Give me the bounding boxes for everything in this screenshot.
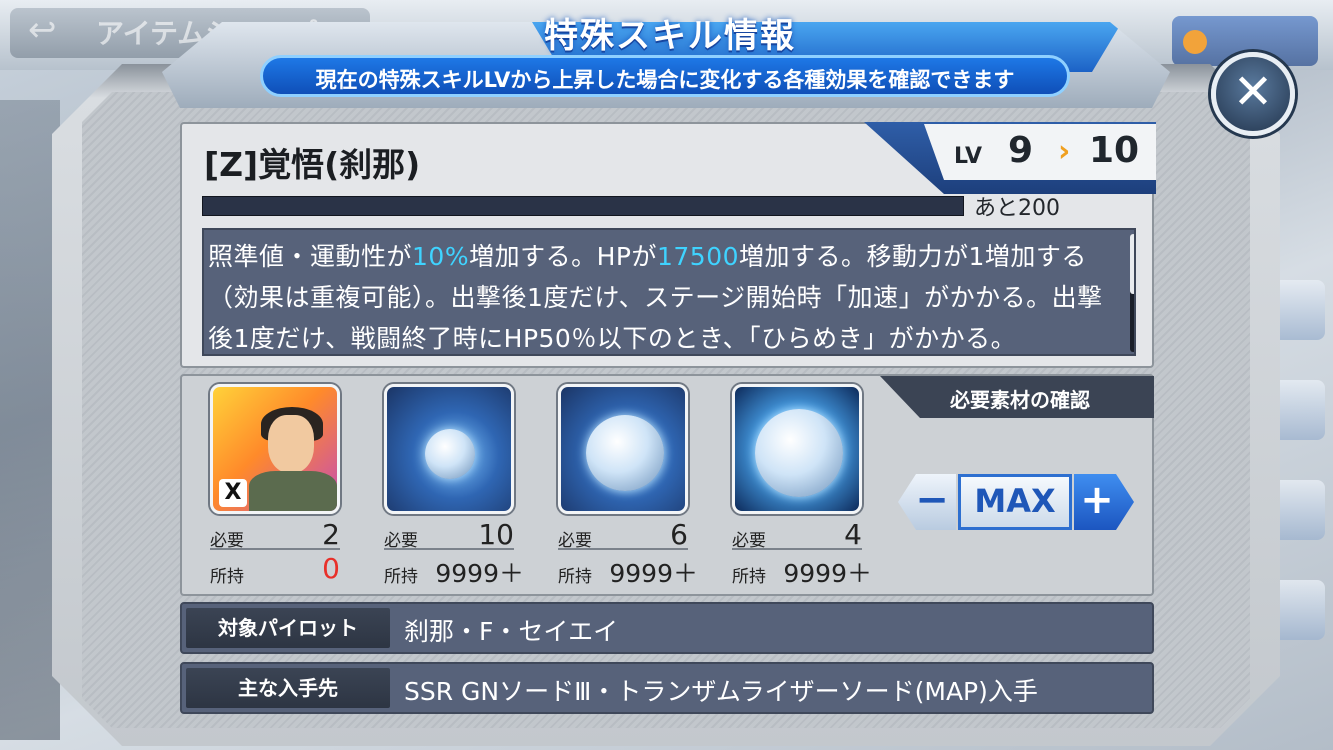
material-need-row: 必要 10 [384, 518, 514, 551]
skill-description: 照準値・運動性が10%増加する。HPが17500増加する。移動力が1増加する（効… [208, 236, 1108, 354]
skill-name: [Z]覚悟(刹那) [204, 145, 421, 184]
need-value: 10 [478, 518, 514, 551]
target-pilot-value: 刹那・F・セイエイ [404, 617, 619, 646]
skill-description-box[interactable]: 照準値・運動性が10%増加する。HPが17500増加する。移動力が1増加する（効… [202, 228, 1136, 356]
pilot-badge: X [219, 479, 247, 507]
level-label: LV [954, 144, 983, 169]
have-value: 0 [322, 552, 340, 585]
material-have-row: 所持 9999＋ [732, 554, 872, 588]
have-label: 所持 [210, 567, 244, 587]
minus-button[interactable]: − [898, 474, 956, 530]
description-text: 照準値・運動性が [208, 242, 413, 271]
plus-button[interactable]: + [1074, 474, 1134, 530]
need-label: 必要 [384, 531, 418, 551]
close-button[interactable]: ✕ [1211, 52, 1295, 136]
materials-header-label: 必要素材の確認 [950, 388, 1090, 412]
max-button[interactable]: MAX [958, 474, 1072, 530]
have-value: 9999＋ [435, 559, 524, 588]
target-pilot-label: 対象パイロット [186, 608, 390, 648]
need-value: 4 [844, 518, 862, 551]
material-have-row: 所持 9999＋ [384, 554, 524, 588]
source-row: 主な入手先 SSR GNソードⅢ・トランザムライザーソード(MAP)入手 [180, 662, 1154, 714]
level-next: 10 [1089, 130, 1140, 171]
dialog-subtitle: 現在の特殊スキルLVから上昇した場合に変化する各種効果を確認できます [315, 68, 1015, 92]
dialog-title: 特殊スキル情報 [544, 16, 796, 56]
level-controls: − MAX + [898, 474, 1134, 530]
material-item[interactable]: X [210, 384, 340, 514]
have-value: 9999＋ [783, 559, 872, 588]
material-item[interactable] [384, 384, 514, 514]
description-text: 増加する。HPが [469, 242, 657, 271]
level-arrow-icon: › [1058, 134, 1071, 169]
need-value: 2 [322, 518, 340, 551]
need-value: 6 [670, 518, 688, 551]
source-value: SSR GNソードⅢ・トランザムライザーソード(MAP)入手 [404, 677, 1038, 706]
medium-orb-icon [586, 415, 664, 491]
description-highlight: 17500 [656, 242, 740, 271]
large-orb-icon [755, 409, 843, 497]
back-arrow-icon: ↩ [28, 10, 57, 50]
material-item[interactable] [732, 384, 862, 514]
material-need-row: 必要 2 [210, 518, 340, 551]
target-pilot-row: 対象パイロット 刹那・F・セイエイ [180, 602, 1154, 654]
material-need-row: 必要 6 [558, 518, 688, 551]
material-need-row: 必要 4 [732, 518, 862, 551]
have-label: 所持 [384, 567, 418, 587]
background-left-panel [0, 100, 60, 740]
have-label: 所持 [558, 567, 592, 587]
experience-remaining: あと200 [974, 196, 1060, 221]
scrollbar-thumb[interactable] [1130, 234, 1134, 294]
material-have-row: 所持 9999＋ [558, 554, 698, 588]
material-item[interactable] [558, 384, 688, 514]
background-coin-icon [1183, 30, 1207, 54]
have-label: 所持 [732, 567, 766, 587]
skill-info-panel: [Z]覚悟(刹那) LV 9 › 10 あと200 照準値・運動性が10%増加す… [180, 122, 1156, 368]
close-icon: ✕ [1232, 64, 1274, 120]
experience-bar [202, 196, 964, 216]
need-label: 必要 [210, 531, 244, 551]
source-label: 主な入手先 [186, 668, 390, 708]
need-label: 必要 [732, 531, 766, 551]
material-have-row: 所持 0 [210, 552, 340, 587]
have-value: 9999＋ [609, 559, 698, 588]
need-label: 必要 [558, 531, 592, 551]
description-scrollbar[interactable] [1130, 234, 1134, 352]
small-orb-icon [425, 429, 475, 479]
subtitle-bar: 現在の特殊スキルLVから上昇した場合に変化する各種効果を確認できます [260, 55, 1070, 97]
level-current: 9 [1008, 130, 1034, 171]
description-highlight: 10% [412, 242, 470, 271]
